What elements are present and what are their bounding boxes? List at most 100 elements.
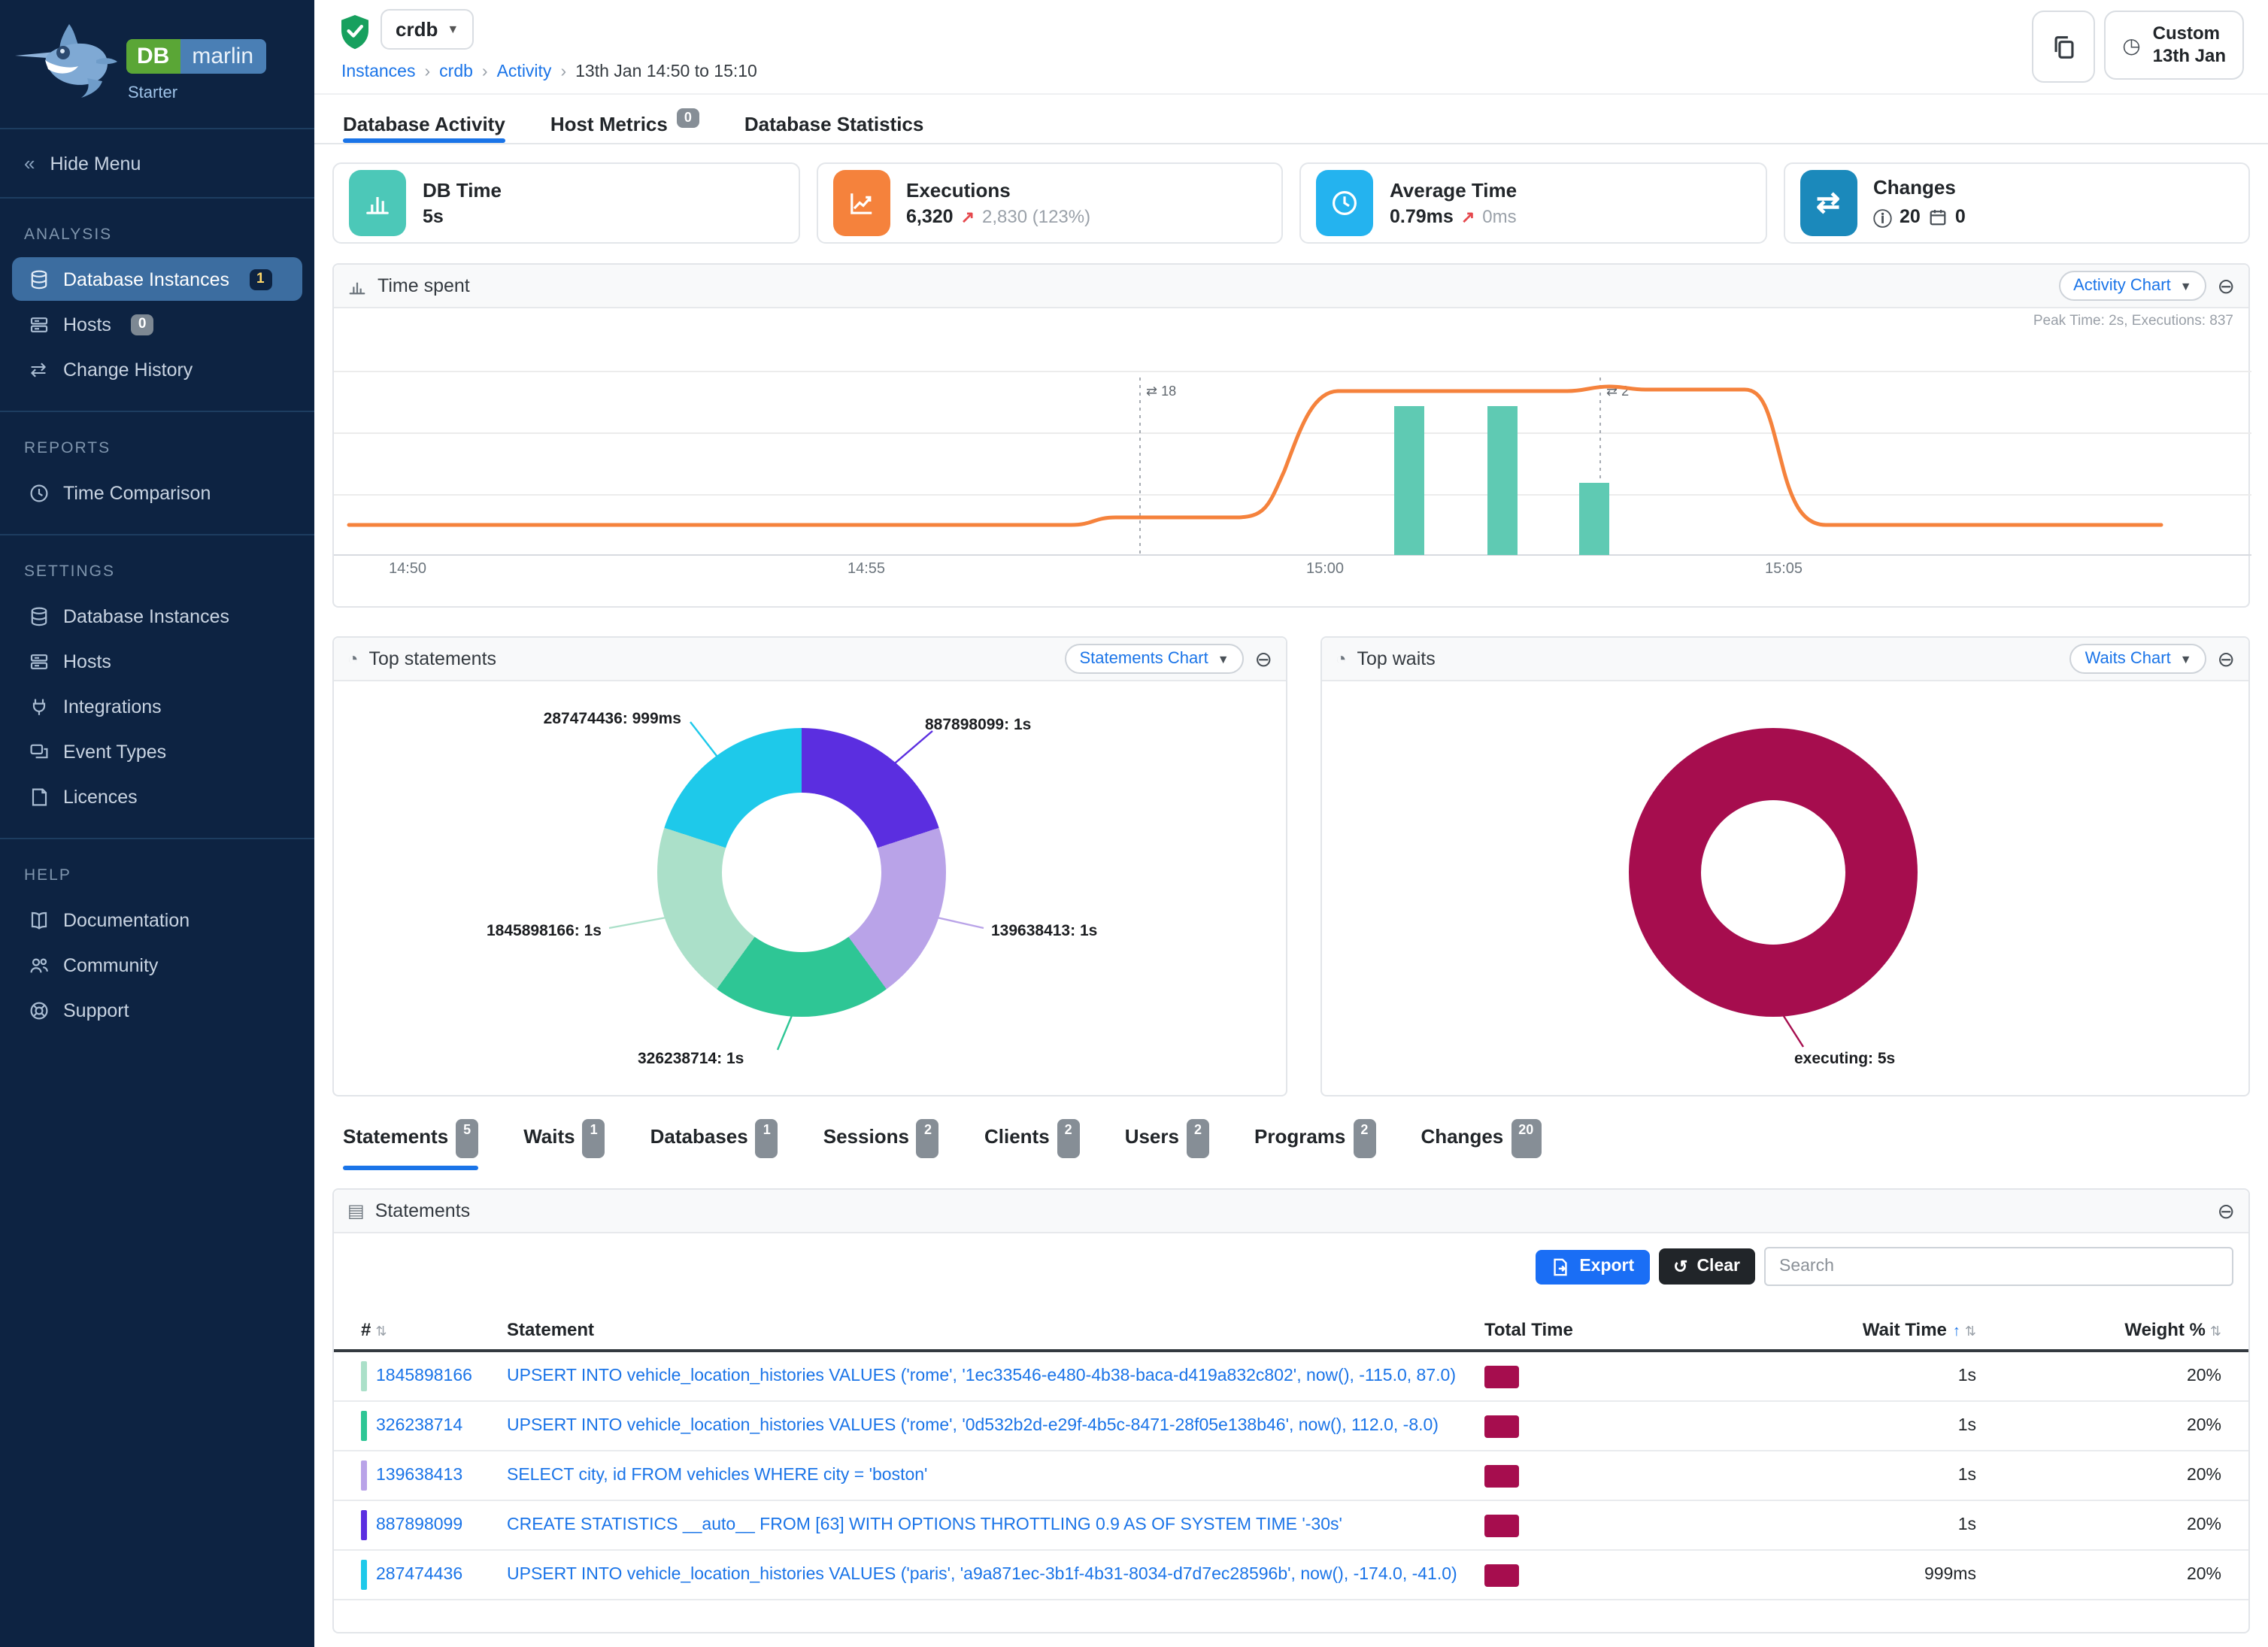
detail-tab-clients[interactable]: Clients2 [984,1125,1080,1164]
statement-id-link[interactable]: 887898099 [376,1516,462,1534]
statement-link[interactable]: SELECT city, id FROM vehicles WHERE city… [507,1467,927,1485]
detail-tab-changes[interactable]: Changes20 [1421,1125,1541,1164]
sidebar-item-integrations[interactable]: Integrations [0,684,314,728]
statement-id-link[interactable]: 1845898166 [376,1367,472,1385]
detail-tab-waits[interactable]: Waits1 [523,1125,605,1164]
breadcrumb-link-crdb[interactable]: crdb [439,63,473,81]
sidebar-item-database-instances[interactable]: Database Instances [0,594,314,638]
sidebar-item-support[interactable]: Support [0,988,314,1032]
extra-value: 0 [1955,206,1966,227]
sidebar-item-change-history[interactable]: ⇄Change History [0,347,314,391]
sidebar-item-label: Event Types [63,741,166,762]
sidebar-item-database-instances[interactable]: Database Instances1 [12,257,302,301]
column-total-time[interactable]: Total Time [1484,1319,1665,1340]
tab-label: Database Statistics [744,112,923,135]
cell-total-time [1484,1365,1665,1388]
cell-weight: 20% [1976,1516,2251,1534]
statement-link[interactable]: UPSERT INTO vehicle_location_histories V… [507,1566,1457,1584]
donut-label-executing: executing: 5s [1794,1050,1895,1068]
panel-title: Top statements [369,648,497,669]
column-wait-time[interactable]: Wait Time↑⇅ [1665,1319,1976,1340]
collapse-panel-button[interactable]: ⊖ [2218,275,2235,296]
card-title: Average Time [1390,179,1517,202]
card-value: 6,320↗2,830 (123%) [906,206,1090,227]
sidebar-section-title: ANALYSIS [0,217,314,256]
column-weight[interactable]: Weight %⇅ [1976,1319,2251,1340]
collapse-panel-button[interactable]: ⊖ [2218,1200,2235,1221]
tab-database-statistics[interactable]: Database Statistics [744,93,923,143]
sidebar-section-reports: REPORTSTime Comparison [0,411,314,522]
breadcrumb-link-instances[interactable]: Instances [341,63,415,81]
value: 5s [423,206,444,227]
clear-button[interactable]: ↺ Clear [1658,1248,1755,1285]
cell-wait-time: 1s [1665,1367,1976,1385]
statement-id-link[interactable]: 326238714 [376,1417,462,1435]
statement-link[interactable]: CREATE STATISTICS __auto__ FROM [63] WIT… [507,1516,1342,1534]
collapse-panel-button[interactable]: ⊖ [1255,648,1272,669]
cell-statement: UPSERT INTO vehicle_location_histories V… [507,1566,1484,1584]
tab-host-metrics[interactable]: Host Metrics0 [550,93,699,143]
tab-label: Databases [650,1125,748,1164]
statement-id-link[interactable]: 139638413 [376,1467,462,1485]
top-statements-header: ◔ Top statements Statements Chart ▼ ⊖ [334,638,1286,681]
sidebar-item-event-types[interactable]: Event Types [0,729,314,773]
search-input[interactable] [1764,1247,2233,1286]
metric-card-average-time: Average Time0.79ms↗0ms [1299,162,1766,244]
collapse-panel-button[interactable]: ⊖ [2218,648,2235,669]
detail-tab-programs[interactable]: Programs2 [1254,1125,1375,1164]
detail-tab-sessions[interactable]: Sessions2 [823,1125,939,1164]
tab-label: Waits [523,1125,575,1164]
row-color-bar [361,1460,367,1491]
server-icon [27,313,50,335]
instance-health-icon [338,14,371,51]
waits-chart-dropdown[interactable]: Waits Chart ▼ [2070,644,2207,674]
db-time-line [349,387,2161,525]
activity-chart-dropdown[interactable]: Activity Chart ▼ [2058,271,2206,301]
leader-line [609,918,666,928]
column-statement[interactable]: Statement [507,1319,1484,1340]
sidebar-item-licences[interactable]: Licences [0,775,314,818]
statement-link[interactable]: UPSERT INTO vehicle_location_histories V… [507,1367,1456,1385]
cell-id: 1845898166 [334,1361,507,1391]
sidebar-item-hosts[interactable]: Hosts [0,639,314,683]
column-id[interactable]: #⇅ [334,1319,507,1340]
sidebar-item-label: Hosts [63,314,111,335]
detail-tab-statements[interactable]: Statements5 [343,1125,478,1164]
tab-badge: 2 [1187,1119,1209,1158]
changes-icon: ⇄ [1800,170,1857,236]
pie-chart-icon: ◔ [347,648,359,669]
statements-chart-dropdown[interactable]: Statements Chart ▼ [1065,644,1245,674]
time-spent-chart: ⇄ 18⇄ 2 [334,326,2251,567]
detail-tab-databases[interactable]: Databases1 [650,1125,778,1164]
statement-link[interactable]: UPSERT INTO vehicle_location_histories V… [507,1417,1439,1435]
copy-link-button[interactable] [2032,11,2095,83]
sort-asc-icon: ↑ [1953,1324,1960,1340]
tab-label: Statements [343,1125,448,1164]
statement-id-link[interactable]: 287474436 [376,1566,462,1584]
sidebar-item-time-comparison[interactable]: Time Comparison [0,471,314,514]
brand-marlin: marlin [180,39,265,74]
sidebar-item-documentation[interactable]: Documentation [0,898,314,942]
cell-statement: UPSERT INTO vehicle_location_histories V… [507,1417,1484,1435]
plan-label: Starter [128,84,177,102]
time-spent-panel: Time spent Activity Chart ▼ ⊖ Peak Time:… [332,263,2250,608]
sidebar-item-community[interactable]: Community [0,943,314,987]
trend-up-icon: ↗ [1461,207,1475,226]
clear-icon: ↺ [1673,1256,1687,1277]
sidebar-item-badge: 1 [249,268,272,290]
sidebar-item-hosts[interactable]: Hosts0 [0,302,314,346]
detail-tab-users[interactable]: Users2 [1125,1125,1209,1164]
tab-database-activity[interactable]: Database Activity [343,93,505,143]
instance-selector[interactable]: crdb ▼ [381,9,474,50]
value: 6,320 [906,206,954,227]
sidebar-item-label: Integrations [63,696,162,717]
sidebar-section-title: REPORTS [0,430,314,469]
time-range-button[interactable]: ◷ Custom 13th Jan [2104,11,2244,80]
cell-weight: 20% [1976,1467,2251,1485]
average-time-icon [1316,170,1373,236]
card-title: Changes [1873,175,1966,198]
hide-menu-button[interactable]: « Hide Menu [0,129,314,199]
total-time-bar [1484,1415,1519,1437]
export-button[interactable]: Export [1536,1249,1649,1284]
breadcrumb-link-activity[interactable]: Activity [497,63,552,81]
